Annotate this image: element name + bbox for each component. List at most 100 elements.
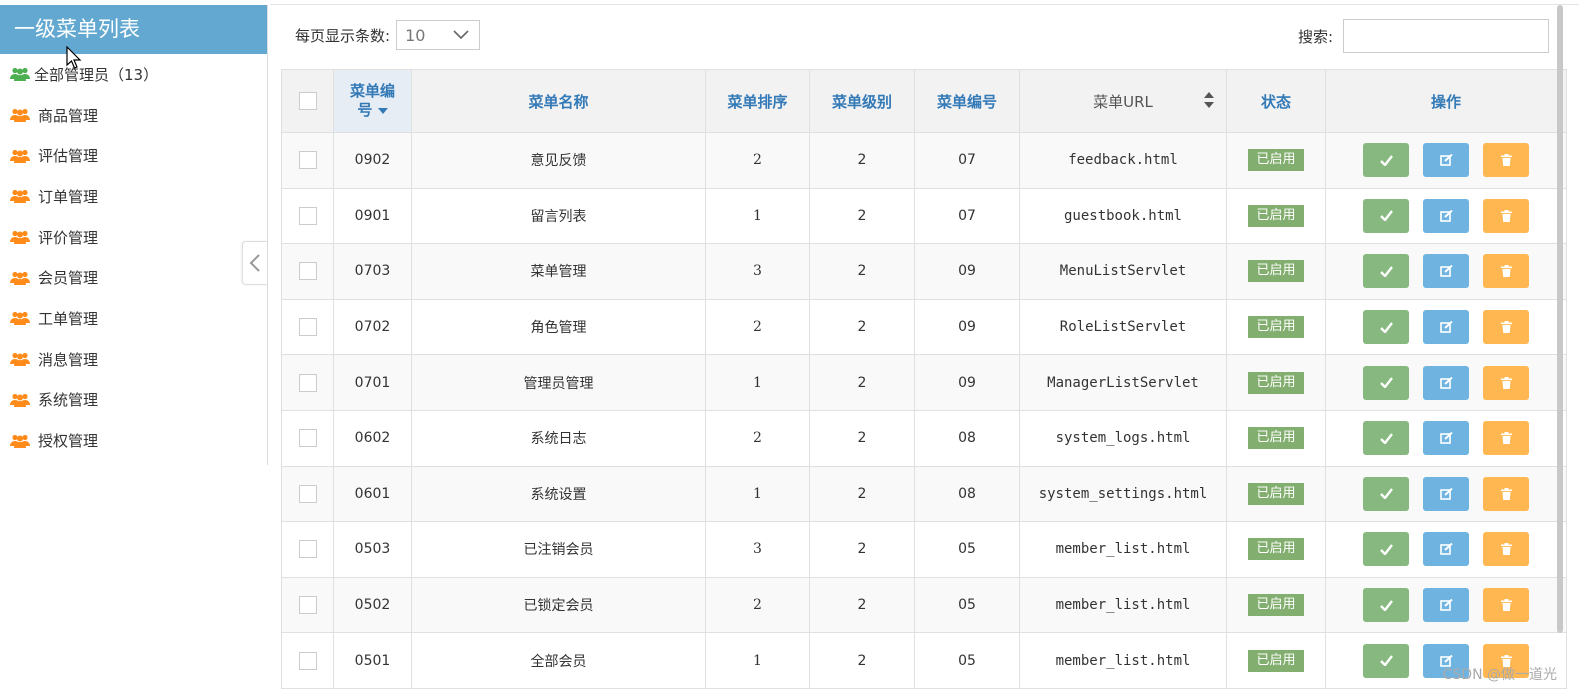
row-checkbox[interactable] [298,373,317,392]
watermark: CSDN @做一道光 [1442,667,1557,683]
header-menu-code[interactable]: 菜单编号 [914,69,1020,133]
users-icon [10,312,30,326]
enable-button[interactable] [1363,421,1409,456]
header-menu-name[interactable]: 菜单名称 [411,69,706,133]
cell-menu-name: 已锁定会员 [411,576,706,634]
cell-operations [1325,298,1567,356]
table-row: 0701 管理员管理 1 2 09 ManagerListServlet 已启用 [281,354,1567,411]
row-checkbox[interactable] [298,540,317,559]
row-checkbox[interactable] [298,206,317,225]
edit-icon [1439,599,1453,611]
row-checkbox[interactable] [298,318,317,337]
cell-menu-id: 0702 [333,298,412,356]
row-checkbox[interactable] [298,596,317,615]
sidebar-item-messages[interactable]: 消息管理 [0,339,267,380]
sidebar-item-tickets[interactable]: 工单管理 [0,298,267,339]
sidebar-item-authorization[interactable]: 授权管理 [0,420,267,461]
check-icon [1379,488,1393,500]
header-menu-id[interactable]: 菜单编号 [333,69,412,133]
edit-button[interactable] [1423,365,1469,400]
delete-button[interactable] [1483,532,1529,567]
cell-menu-level: 2 [809,187,915,245]
row-select-cell [281,187,334,245]
trash-icon [1500,599,1512,612]
sidebar-item-system[interactable]: 系统管理 [0,380,267,421]
sidebar-menu: 全部管理员（13） 商品管理 评估管理 订单管理 评价管理 会员管理 工单管理 [0,54,267,461]
row-checkbox[interactable] [298,151,317,170]
sidebar-item-members[interactable]: 会员管理 [0,257,267,298]
edit-button[interactable] [1423,310,1469,345]
enable-button[interactable] [1363,143,1409,178]
sidebar-item-assessment[interactable]: 评估管理 [0,135,267,176]
cell-menu-order: 1 [705,187,810,245]
edit-icon [1439,154,1453,167]
row-checkbox[interactable] [298,262,317,281]
row-actions [1326,476,1566,511]
cell-menu-code: 05 [914,632,1020,689]
enable-button[interactable] [1363,476,1409,511]
edit-button[interactable] [1423,532,1469,567]
sidebar-item-label: 消息管理 [38,350,99,369]
delete-button[interactable] [1483,476,1529,511]
edit-button[interactable] [1423,143,1469,178]
delete-button[interactable] [1483,254,1529,289]
cell-menu-name: 留言列表 [411,187,706,245]
header-menu-order[interactable]: 菜单排序 [705,69,810,133]
vertical-scrollbar[interactable] [1557,5,1563,633]
edit-button[interactable] [1423,476,1469,511]
cell-status: 已启用 [1226,298,1326,356]
delete-button[interactable] [1483,365,1529,400]
edit-button[interactable] [1423,254,1469,289]
table-row: 0703 菜单管理 3 2 09 MenuListServlet 已启用 [281,243,1567,300]
enable-button[interactable] [1363,365,1409,400]
sidebar-item-products[interactable]: 商品管理 [0,95,267,136]
edit-button[interactable] [1423,421,1469,456]
edit-button[interactable] [1423,198,1469,233]
sidebar-item-label: 商品管理 [38,106,99,125]
page-size-select[interactable]: 10 [396,20,481,50]
header-menu-level[interactable]: 菜单级别 [809,69,915,133]
search-input[interactable] [1343,19,1549,53]
check-icon [1379,433,1393,444]
row-actions [1326,365,1566,400]
trash-icon [1500,432,1512,445]
trash-icon [1500,321,1512,334]
cell-menu-url: member_list.html [1019,576,1227,634]
header-menu-url[interactable]: 菜单URL [1019,69,1227,133]
delete-button[interactable] [1483,588,1529,623]
sidebar-collapse-button[interactable] [242,241,267,285]
delete-button[interactable] [1483,143,1529,178]
row-checkbox[interactable] [298,651,317,670]
chevron-left-icon [249,254,260,272]
users-icon [10,353,30,367]
enable-button[interactable] [1363,254,1409,289]
select-all-checkbox[interactable] [298,92,317,111]
check-icon [1379,544,1393,555]
delete-button[interactable] [1483,198,1529,233]
sidebar-item-orders[interactable]: 订单管理 [0,176,267,217]
users-icon [10,149,30,163]
status-badge: 已启用 [1248,316,1304,339]
enable-button[interactable] [1363,588,1409,623]
cell-menu-name: 意见反馈 [411,132,706,189]
row-select-cell [281,576,334,634]
row-checkbox[interactable] [298,484,317,503]
cell-menu-level: 2 [809,132,915,189]
sidebar-item-reviews[interactable]: 评价管理 [0,217,267,258]
cell-menu-level: 2 [809,465,915,523]
cell-status: 已启用 [1226,243,1326,300]
row-checkbox[interactable] [298,429,317,448]
delete-button[interactable] [1483,310,1529,345]
enable-button[interactable] [1363,532,1409,567]
enable-button[interactable] [1363,198,1409,233]
delete-button[interactable] [1483,421,1529,456]
edit-button[interactable] [1423,588,1469,623]
sidebar-item-all-admins[interactable]: 全部管理员（13） [0,54,267,95]
table-row: 0601 系统设置 1 2 08 system_settings.html 已启用 [281,465,1567,523]
trash-icon [1500,376,1512,389]
users-icon [10,230,30,245]
cell-menu-order: 2 [705,409,810,467]
enable-button[interactable] [1363,310,1409,345]
enable-button[interactable] [1363,643,1409,678]
search-control: 搜索: [1298,19,1549,53]
